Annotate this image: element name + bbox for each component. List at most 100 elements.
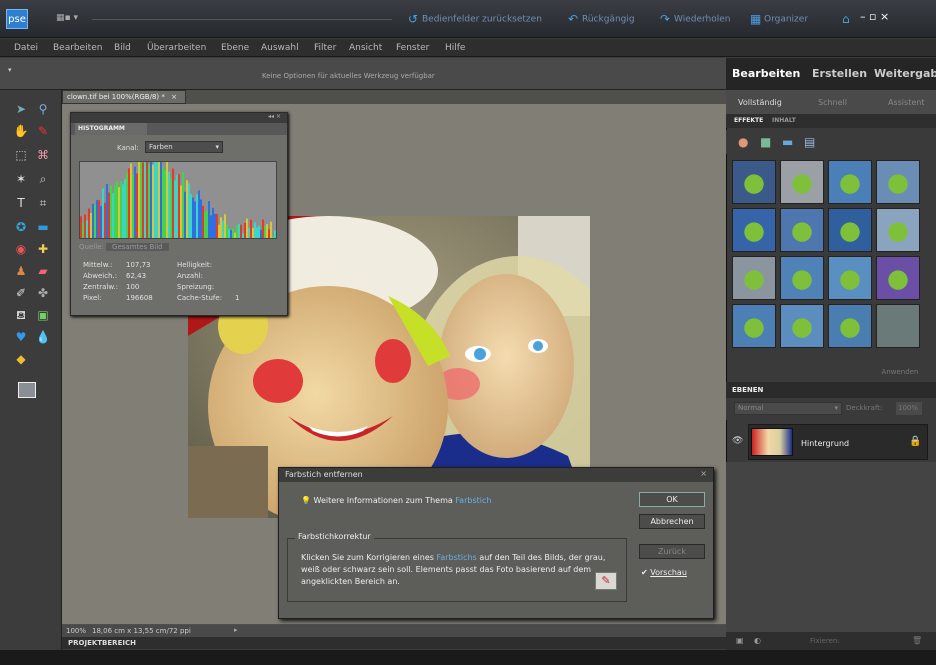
new-layer-icon[interactable]: ▣	[736, 636, 744, 645]
tab-content[interactable]: INHALT	[772, 117, 796, 124]
healing-brush-tool-icon[interactable]: ✚	[34, 240, 52, 258]
quick-selection-tool-icon[interactable]: ⌕	[34, 170, 52, 188]
eraser-tool-icon[interactable]: ▰	[34, 262, 52, 280]
effect-thumbnail[interactable]	[780, 256, 824, 300]
filters-icon[interactable]: ●	[738, 135, 748, 149]
effect-thumbnail[interactable]	[828, 304, 872, 348]
straighten-tool-icon[interactable]: ▬	[34, 218, 52, 236]
subtab-2[interactable]: Assistent	[888, 98, 924, 107]
marquee-tool-icon[interactable]: ⬚	[12, 146, 30, 164]
effect-thumbnail[interactable]	[732, 160, 776, 204]
tab-1[interactable]: Erstellen	[812, 67, 867, 80]
panel-collapse-icon[interactable]: ◂◂ ×	[268, 113, 281, 120]
effect-thumbnail[interactable]	[828, 160, 872, 204]
preview-checkbox[interactable]: ✔ Vorschau	[641, 568, 687, 577]
all-effects-icon[interactable]: ▤	[804, 135, 815, 149]
layout-button[interactable]: ▦▪ ▾	[56, 13, 86, 25]
dialog-title[interactable]: Farbstich entfernen ×	[279, 468, 713, 482]
effect-thumbnail[interactable]	[876, 256, 920, 300]
menu-item-9[interactable]: Hilfe	[445, 43, 465, 53]
histogram-bar	[238, 223, 240, 238]
titlebar-action-reset[interactable]: ↺ Bedienfelder zurücksetzen	[408, 12, 542, 26]
foreground-color-swatch[interactable]	[18, 382, 36, 398]
histogram-bar	[140, 162, 142, 238]
blur-tool-icon[interactable]: 💧	[34, 328, 52, 346]
menu-item-6[interactable]: Filter	[314, 43, 336, 53]
source-select[interactable]: Gesamtes Bild	[106, 243, 169, 251]
impressionist-brush-tool-icon[interactable]: ✤	[34, 284, 52, 302]
eyedropper-button[interactable]: ✎	[595, 572, 617, 590]
red-eye-tool-icon[interactable]: ◉	[12, 240, 30, 258]
magic-wand-tool-icon[interactable]: ✶	[12, 170, 30, 188]
titlebar-action-undo[interactable]: ↶ Rückgängig	[568, 12, 635, 26]
titlebar-action-redo[interactable]: ↷ Wiederholen	[660, 12, 730, 26]
effect-thumbnail[interactable]	[876, 160, 920, 204]
menu-item-3[interactable]: Überarbeiten	[147, 43, 206, 53]
paint-bucket-tool-icon[interactable]: ⛾	[12, 306, 30, 324]
reset-button[interactable]: Zurück	[639, 544, 705, 559]
close-icon[interactable]: ×	[171, 93, 177, 101]
tab-2[interactable]: Weitergabe	[874, 67, 936, 80]
effect-thumbnail[interactable]	[876, 304, 920, 348]
effect-thumbnail[interactable]	[732, 304, 776, 348]
sponge-tool-icon[interactable]: ◆	[12, 350, 30, 368]
lasso-tool-icon[interactable]: ⌘	[34, 146, 52, 164]
effect-thumbnail[interactable]	[732, 256, 776, 300]
menu-item-0[interactable]: Datei	[14, 43, 38, 53]
instruction-link[interactable]: Farbstichs	[436, 553, 476, 562]
window-controls[interactable]: – ▫ ×	[860, 10, 932, 26]
menu-item-4[interactable]: Ebene	[221, 43, 249, 53]
effect-thumbnail[interactable]	[876, 208, 920, 252]
move-tool-icon[interactable]: ➤	[12, 100, 30, 118]
photo-effects-icon[interactable]: ▬	[782, 135, 793, 149]
cancel-button[interactable]: Abbrechen	[639, 514, 705, 529]
layer-row[interactable]: Hintergrund 🔒	[748, 424, 928, 460]
effect-thumbnail[interactable]	[780, 160, 824, 204]
cookie-cutter-tool-icon[interactable]: ✪	[12, 218, 30, 236]
titlebar-action-home[interactable]: ⌂	[842, 12, 856, 26]
opacity-field[interactable]: 100%	[896, 402, 922, 415]
clone-stamp-tool-icon[interactable]: ♟	[12, 262, 30, 280]
info-text: Weitere Informationen zum Thema	[313, 496, 453, 505]
brush-tool-icon[interactable]: ✐	[12, 284, 30, 302]
trash-icon[interactable]: 🗑	[912, 636, 922, 645]
subtab-1[interactable]: Schnell	[818, 98, 847, 107]
effect-thumbnail[interactable]	[732, 208, 776, 252]
eyedropper-tool-icon[interactable]: ✎	[34, 122, 52, 140]
menu-item-5[interactable]: Auswahl	[261, 43, 299, 53]
effect-thumbnail[interactable]	[828, 256, 872, 300]
layer-styles-icon[interactable]: ■	[760, 135, 771, 149]
info-link[interactable]: Farbstich	[455, 496, 491, 505]
histogram-panel[interactable]: ◂◂ × HISTOGRAMM Kanal: Farben ▾ Quelle: G…	[70, 112, 288, 316]
project-bin-bar[interactable]: PROJEKTBEREICH	[62, 637, 726, 649]
channel-select[interactable]: Farben ▾	[145, 141, 223, 153]
type-tool-icon[interactable]: T	[12, 194, 30, 212]
titlebar-action-organizer[interactable]: ▦ Organizer	[750, 12, 808, 26]
adjustment-layer-icon[interactable]: ◐	[754, 636, 761, 645]
gradient-tool-icon[interactable]: ▣	[34, 306, 52, 324]
apply-button[interactable]: Anwenden	[874, 366, 926, 378]
tab-effects[interactable]: EFFEKTE	[734, 117, 763, 124]
ok-button[interactable]: OK	[639, 492, 705, 507]
crop-tool-icon[interactable]: ⌗	[34, 194, 52, 212]
menu-item-8[interactable]: Fenster	[396, 43, 429, 53]
menu-item-1[interactable]: Bearbeiten	[53, 43, 102, 53]
eye-icon[interactable]: 👁	[732, 436, 743, 446]
effect-thumbnail[interactable]	[780, 304, 824, 348]
histogram-tab[interactable]: HISTOGRAMM	[75, 123, 147, 135]
custom-shape-tool-icon[interactable]: ♥	[12, 328, 30, 346]
subtab-0[interactable]: Vollständig	[738, 98, 782, 107]
menu-item-7[interactable]: Ansicht	[349, 43, 382, 53]
blend-mode-select[interactable]: Normal ▾	[734, 402, 842, 415]
effect-thumbnail[interactable]	[828, 208, 872, 252]
menu-item-2[interactable]: Bild	[114, 43, 131, 53]
histogram-panel-header[interactable]: ◂◂ ×	[71, 113, 287, 123]
options-collapse-icon[interactable]: ▾	[8, 66, 12, 74]
status-arrow-icon[interactable]: ▸	[234, 626, 238, 634]
tab-0[interactable]: Bearbeiten	[732, 67, 800, 80]
effect-thumbnail[interactable]	[780, 208, 824, 252]
hand-tool-icon[interactable]: ✋	[12, 122, 30, 140]
zoom-tool-icon[interactable]: ⚲	[34, 100, 52, 118]
close-icon[interactable]: ×	[700, 469, 707, 478]
document-tab[interactable]: clown.tif bei 100%(RGB/8) * ×	[62, 90, 186, 104]
